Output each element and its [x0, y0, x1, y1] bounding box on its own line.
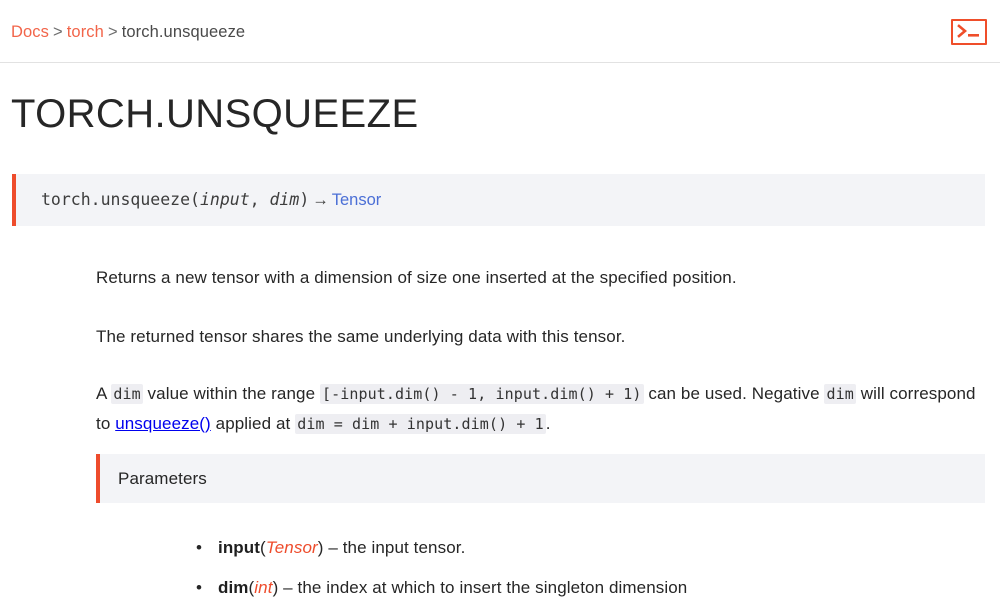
bullet-icon: • — [196, 538, 203, 557]
function-signature-text: torch.unsqueeze(input, dim) → Tensor — [41, 187, 381, 213]
signature-param-dim: dim — [269, 190, 300, 209]
inline-code-dim-formula: dim = dim + input.dim() + 1 — [295, 414, 546, 434]
parameters-section-header: Parameters — [96, 454, 985, 503]
description-paragraph-3: A dim value within the range [-input.dim… — [96, 379, 976, 439]
breadcrumb-link-torch[interactable]: torch — [67, 23, 104, 41]
parameter-description: the input tensor. — [342, 538, 466, 557]
parameters-heading: Parameters — [118, 469, 207, 488]
p3-text-2: value within the range — [142, 384, 320, 403]
breadcrumb-current-page: torch.unsqueeze — [121, 23, 246, 41]
signature-param-input: input — [199, 190, 250, 209]
description-paragraph-2: The returned tensor shares the same unde… — [96, 327, 626, 346]
parameters-list: • input(Tensor) – the input tensor. • dim(… — [196, 528, 996, 608]
parameter-dash: – — [278, 578, 298, 597]
parameter-description: the index at which to insert the singlet… — [297, 578, 688, 597]
terminal-icon[interactable] — [951, 19, 987, 45]
page-header: Docs > torch > torch.unsqueeze — [0, 0, 1000, 63]
bullet-icon: • — [196, 578, 203, 597]
parameter-type: Tensor — [265, 538, 318, 557]
inline-code-dim-2: dim — [824, 384, 856, 404]
description-paragraph-1: Returns a new tensor with a dimension of… — [96, 268, 737, 287]
p3-text-6: . — [545, 414, 551, 433]
p3-text-5: applied at — [210, 414, 296, 433]
parameter-dash: – — [323, 538, 343, 557]
list-item: • dim(int) – the index at which to insert… — [196, 568, 996, 608]
inline-code-range: [-input.dim() - 1, input.dim() + 1) — [319, 384, 644, 404]
signature-comma: , — [249, 190, 270, 209]
p3-text-3: can be used. Negative — [643, 384, 825, 403]
breadcrumb-separator-2: > — [107, 23, 118, 41]
p3-text-1: A — [96, 384, 112, 403]
signature-arrow-icon: → — [312, 191, 329, 209]
signature-close-paren: ) — [299, 190, 310, 209]
breadcrumb: Docs > torch > torch.unsqueeze — [11, 20, 245, 44]
signature-function-name: torch.unsqueeze — [41, 190, 191, 209]
parameter-name: input — [218, 538, 261, 557]
parameter-type: int — [254, 578, 273, 597]
breadcrumb-separator-1: > — [53, 23, 63, 41]
breadcrumb-link-docs[interactable]: Docs — [11, 23, 49, 41]
signature-return-type-link[interactable]: Tensor — [332, 191, 382, 209]
page-title: TORCH.UNSQUEEZE — [11, 92, 419, 136]
inline-code-dim-1: dim — [111, 384, 143, 404]
list-item: • input(Tensor) – the input tensor. — [196, 528, 996, 568]
parameter-name: dim — [218, 578, 249, 597]
signature-open-paren: ( — [190, 190, 200, 209]
inline-code-link-unsqueeze[interactable]: unsqueeze() — [115, 414, 211, 433]
function-signature-block: torch.unsqueeze(input, dim) → Tensor — [12, 174, 985, 226]
